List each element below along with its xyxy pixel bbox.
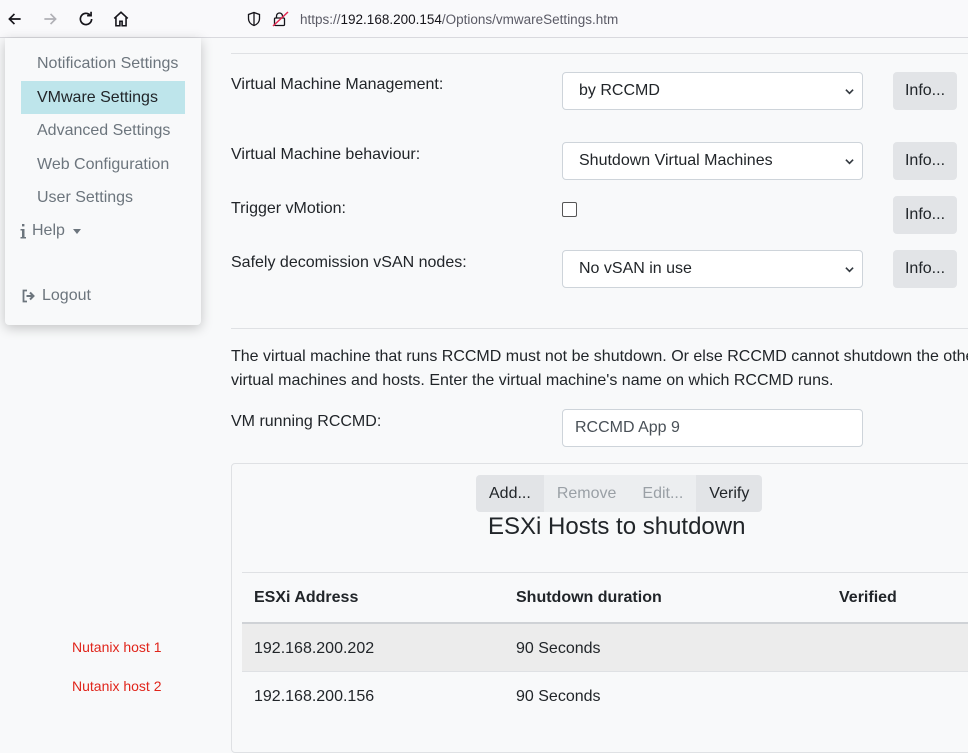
vsan-info-button[interactable]: Info... — [893, 250, 957, 288]
vm-management-info-button[interactable]: Info... — [893, 72, 957, 110]
table-row[interactable]: 192.168.200.202 90 Seconds — [242, 622, 968, 671]
remove-host-button[interactable]: Remove — [543, 475, 630, 512]
add-host-button[interactable]: Add... — [476, 475, 544, 512]
column-header-shutdown-duration[interactable]: Shutdown duration — [516, 589, 662, 607]
settings-dropdown-menu: Notification Settings VMware Settings Ad… — [5, 38, 201, 325]
back-arrow-icon — [8, 13, 21, 25]
url-scheme: https:// — [300, 11, 341, 27]
info-icon — [20, 224, 26, 239]
chevron-down-icon — [845, 267, 854, 273]
trigger-vmotion-info-button[interactable]: Info... — [893, 196, 957, 234]
vsan-label: Safely decomission vSAN nodes: — [231, 254, 467, 271]
trigger-vmotion-checkbox[interactable] — [562, 202, 577, 217]
column-header-esxi-address[interactable]: ESXi Address — [254, 589, 358, 607]
forward-arrow-icon — [44, 13, 57, 25]
logout-label: Logout — [42, 287, 91, 304]
section-divider — [231, 328, 968, 329]
menu-item-user-settings[interactable]: User Settings — [21, 181, 185, 214]
table-top-border — [242, 572, 968, 573]
reload-button[interactable] — [75, 8, 97, 30]
vm-running-rccmd-label: VM running RCCMD: — [231, 413, 382, 430]
vm-behaviour-select[interactable]: Shutdown Virtual Machines — [562, 142, 863, 180]
menu-item-notification-settings[interactable]: Notification Settings — [21, 47, 185, 80]
annotation-nutanix-host-2: Nutanix host 2 — [72, 678, 162, 694]
verify-hosts-button[interactable]: Verify — [696, 475, 763, 512]
edit-host-button[interactable]: Edit... — [629, 475, 697, 512]
home-button[interactable] — [110, 8, 132, 30]
cell-esxi-address: 192.168.200.202 — [254, 640, 375, 657]
menu-item-advanced-settings[interactable]: Advanced Settings — [21, 114, 185, 147]
logout-link[interactable]: Logout — [21, 287, 91, 305]
hosts-button-group: Add... Remove Edit... Verify — [476, 475, 763, 512]
description-line-1: The virtual machine that runs RCCMD must… — [231, 348, 968, 365]
menu-item-web-configuration[interactable]: Web Configuration — [21, 148, 185, 181]
vsan-value: No vSAN in use — [579, 260, 692, 277]
reload-icon — [79, 11, 93, 26]
menu-item-vmware-settings[interactable]: VMware Settings — [21, 81, 185, 114]
column-header-verified[interactable]: Verified — [839, 589, 897, 607]
vm-management-value: by RCCMD — [579, 82, 660, 99]
forward-button[interactable] — [39, 8, 61, 30]
hosts-panel-title: ESXi Hosts to shutdown — [488, 513, 746, 540]
chevron-down-icon — [845, 159, 854, 165]
annotation-nutanix-host-1: Nutanix host 1 — [72, 639, 162, 655]
chevron-down-icon — [845, 89, 854, 95]
url-path: /Options/vmwareSettings.htm — [441, 11, 619, 27]
address-bar[interactable]: https://192.168.200.154/Options/vmwareSe… — [240, 5, 968, 33]
cell-shutdown-duration: 90 Seconds — [516, 640, 601, 657]
url-host: 192.168.200.154 — [340, 11, 442, 27]
tracking-shield-icon[interactable] — [246, 11, 262, 27]
caret-down-icon — [72, 228, 81, 234]
url-text: https://192.168.200.154/Options/vmwareSe… — [300, 12, 618, 27]
help-menu-toggle[interactable]: Help — [19, 222, 81, 240]
rccmd-description: The virtual machine that runs RCCMD must… — [231, 345, 968, 393]
vm-behaviour-value: Shutdown Virtual Machines — [579, 152, 773, 169]
cell-shutdown-duration: 90 Seconds — [516, 688, 601, 705]
vsan-select[interactable]: No vSAN in use — [562, 250, 863, 288]
vm-behaviour-info-button[interactable]: Info... — [893, 142, 957, 180]
table-row[interactable]: 192.168.200.156 90 Seconds — [242, 671, 968, 720]
description-line-2: virtual machines and hosts. Enter the vi… — [231, 372, 834, 389]
home-icon — [113, 11, 129, 27]
insecure-lock-icon[interactable] — [272, 11, 290, 27]
vm-management-label: Virtual Machine Management: — [231, 76, 444, 93]
trigger-vmotion-label: Trigger vMotion: — [231, 200, 346, 217]
sign-out-icon — [22, 289, 35, 303]
cell-esxi-address: 192.168.200.156 — [254, 688, 375, 705]
back-button[interactable] — [4, 8, 26, 30]
vm-management-select[interactable]: by RCCMD — [562, 72, 863, 110]
section-divider — [231, 53, 968, 54]
browser-toolbar: https://192.168.200.154/Options/vmwareSe… — [0, 0, 968, 38]
vm-running-rccmd-input[interactable]: RCCMD App 9 — [562, 409, 863, 447]
help-label: Help — [32, 222, 65, 239]
vm-behaviour-label: Virtual Machine behaviour: — [231, 146, 421, 163]
